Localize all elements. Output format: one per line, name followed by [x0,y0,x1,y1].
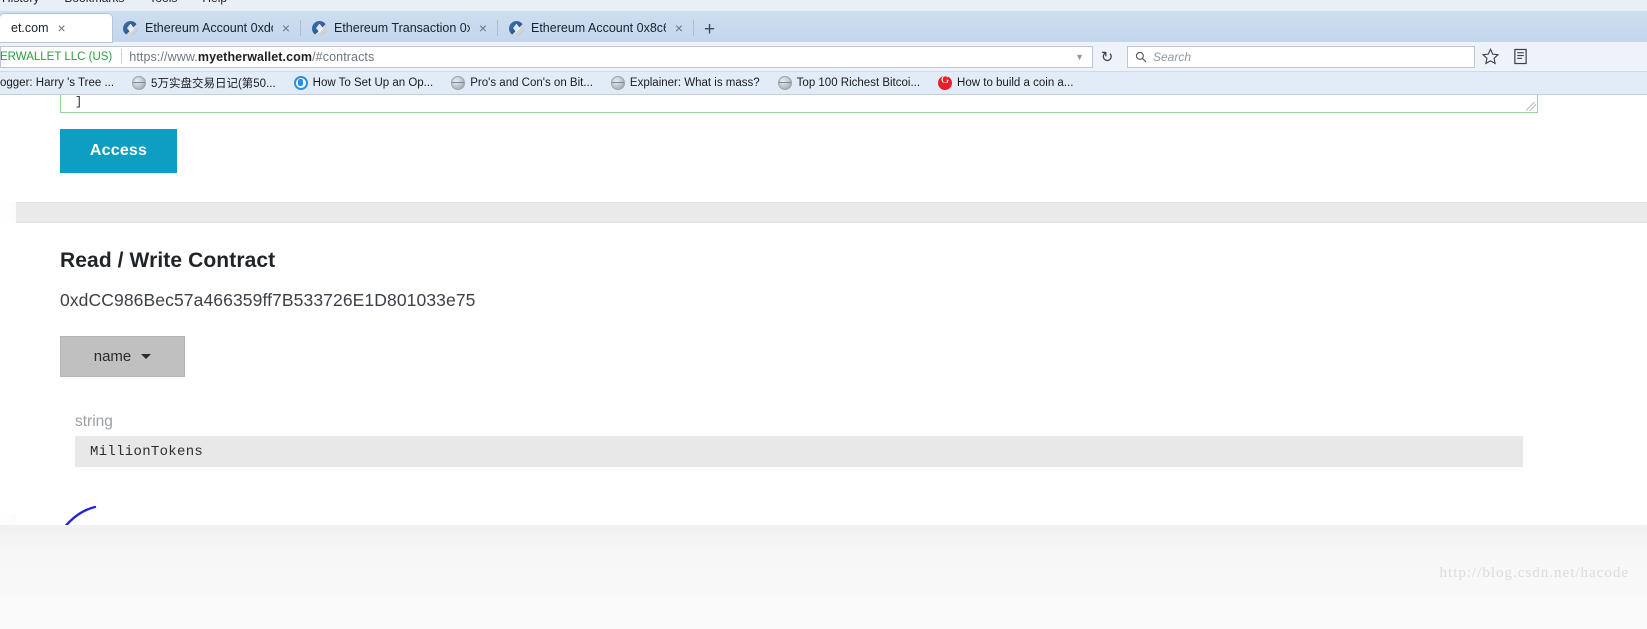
globe-icon [777,76,792,90]
blue-circle-icon [293,76,308,90]
bookmarks-bar: ogger: Harry 's Tree ... 5万实盘交易日记(第50...… [0,72,1647,95]
contract-function-selected-value: name [93,348,132,365]
watermark-text: http://blog.csdn.net/hacode [1439,565,1629,581]
menu-item-history[interactable]: History [0,0,41,5]
access-button[interactable]: Access [60,129,177,173]
ethereum-favicon-icon [509,20,524,36]
menu-item-bookmarks[interactable]: Bookmarks [62,0,126,5]
tab-close-icon[interactable]: × [673,21,685,35]
output-type-label: string [75,413,113,430]
tab-close-icon[interactable]: × [280,21,292,35]
search-placeholder: Search [1153,49,1192,64]
read-write-contract-section: Read / Write Contract 0xdCC986Bec57a4663… [0,223,1647,514]
bookmark-star-icon[interactable] [1475,44,1505,70]
browser-tab-3[interactable]: Ethereum Transaction 0x2d50 × [301,14,498,42]
output-value-field[interactable]: MillionTokens [75,436,1523,467]
globe-icon [610,76,625,90]
section-divider [0,202,1647,223]
tab-title: Ethereum Transaction 0x2d50 [334,21,470,35]
bookmark-label: How to build a coin a... [957,77,1074,89]
bookmark-item-5[interactable]: Top 100 Richest Bitcoi... [769,72,929,94]
chevron-down-icon [141,354,152,359]
red-circle-icon [938,74,953,90]
access-contract-section: ] Access [0,95,1647,202]
reader-view-icon[interactable] [1505,44,1535,70]
ethereum-favicon-icon [123,20,138,36]
bookmark-item-4[interactable]: Explainer: What is mass? [602,72,769,94]
bookmark-item-2[interactable]: How To Set Up an Op... [285,72,443,94]
reload-icon[interactable]: ↻ [1093,45,1121,69]
footer-strip [0,525,1647,629]
browser-chrome: History Bookmarks Tools Help et.com × Et… [0,0,1647,95]
address-bar[interactable]: ERWALLET LLC (US) https://www.myetherwal… [0,45,1093,68]
abi-textarea-value: ] [75,95,83,109]
navigation-bar: ERWALLET LLC (US) https://www.myetherwal… [0,42,1647,72]
bookmark-item-3[interactable]: Pro's and Con's on Bit... [442,72,602,94]
menu-item-tools[interactable]: Tools [147,0,179,5]
ethereum-favicon-icon [312,20,327,36]
tab-title: Ethereum Account 0xdcc986 [145,21,273,35]
abi-json-textarea[interactable]: ] [60,95,1538,113]
browser-tab-2[interactable]: Ethereum Account 0xdcc986 × [112,14,301,42]
address-bar-dropdown-icon[interactable]: ▼ [1075,52,1092,62]
contract-address: 0xdCC986Bec57a466359ff7B533726E1D801033e… [60,290,476,310]
bookmark-label: Pro's and Con's on Bit... [470,77,593,89]
address-bar-url: https://www.myetherwallet.com/#contracts [129,50,374,64]
bookmark-label: ogger: Harry 's Tree ... [0,77,115,89]
browser-tab-4[interactable]: Ethereum Account 0x8c605c × [498,14,694,42]
url-host: myetherwallet.com [197,49,313,64]
identity-divider [121,49,123,64]
contract-function-select[interactable]: name [60,336,185,377]
tab-title: et.com [11,21,49,35]
globe-icon [132,76,147,90]
bookmark-item-6[interactable]: How to build a coin a... [929,72,1082,94]
menu-bar: History Bookmarks Tools Help [0,0,1647,11]
tab-close-icon[interactable]: × [56,21,68,35]
bookmark-item-0[interactable]: ogger: Harry 's Tree ... [0,72,123,94]
bookmark-label: 5万实盘交易日记(第50... [151,78,276,90]
globe-icon [451,76,466,90]
url-scheme: https://www. [129,49,198,64]
browser-tab-1[interactable]: et.com × [0,14,112,42]
bookmark-label: Explainer: What is mass? [629,77,760,89]
tab-title: Ethereum Account 0x8c605c [531,21,666,35]
page-title: Read / Write Contract [60,249,276,272]
url-path: /#contracts [312,49,375,64]
tab-strip: et.com × Ethereum Account 0xdcc986 × Eth… [0,11,1647,42]
menu-item-help[interactable]: Help [200,0,229,5]
bookmark-label: How To Set Up an Op... [312,77,434,89]
search-input[interactable]: Search [1127,45,1475,68]
textarea-resize-handle[interactable] [1526,102,1536,111]
new-tab-button[interactable]: + [694,20,725,42]
bookmark-label: Top 100 Richest Bitcoi... [796,77,921,89]
output-value-text: MillionTokens [90,443,204,460]
tab-separator [693,20,694,36]
bookmark-item-1[interactable]: 5万实盘交易日记(第50... [123,72,285,94]
site-identity-label[interactable]: ERWALLET LLC (US) [0,51,119,63]
tab-close-icon[interactable]: × [477,21,489,35]
search-icon [1135,51,1147,62]
